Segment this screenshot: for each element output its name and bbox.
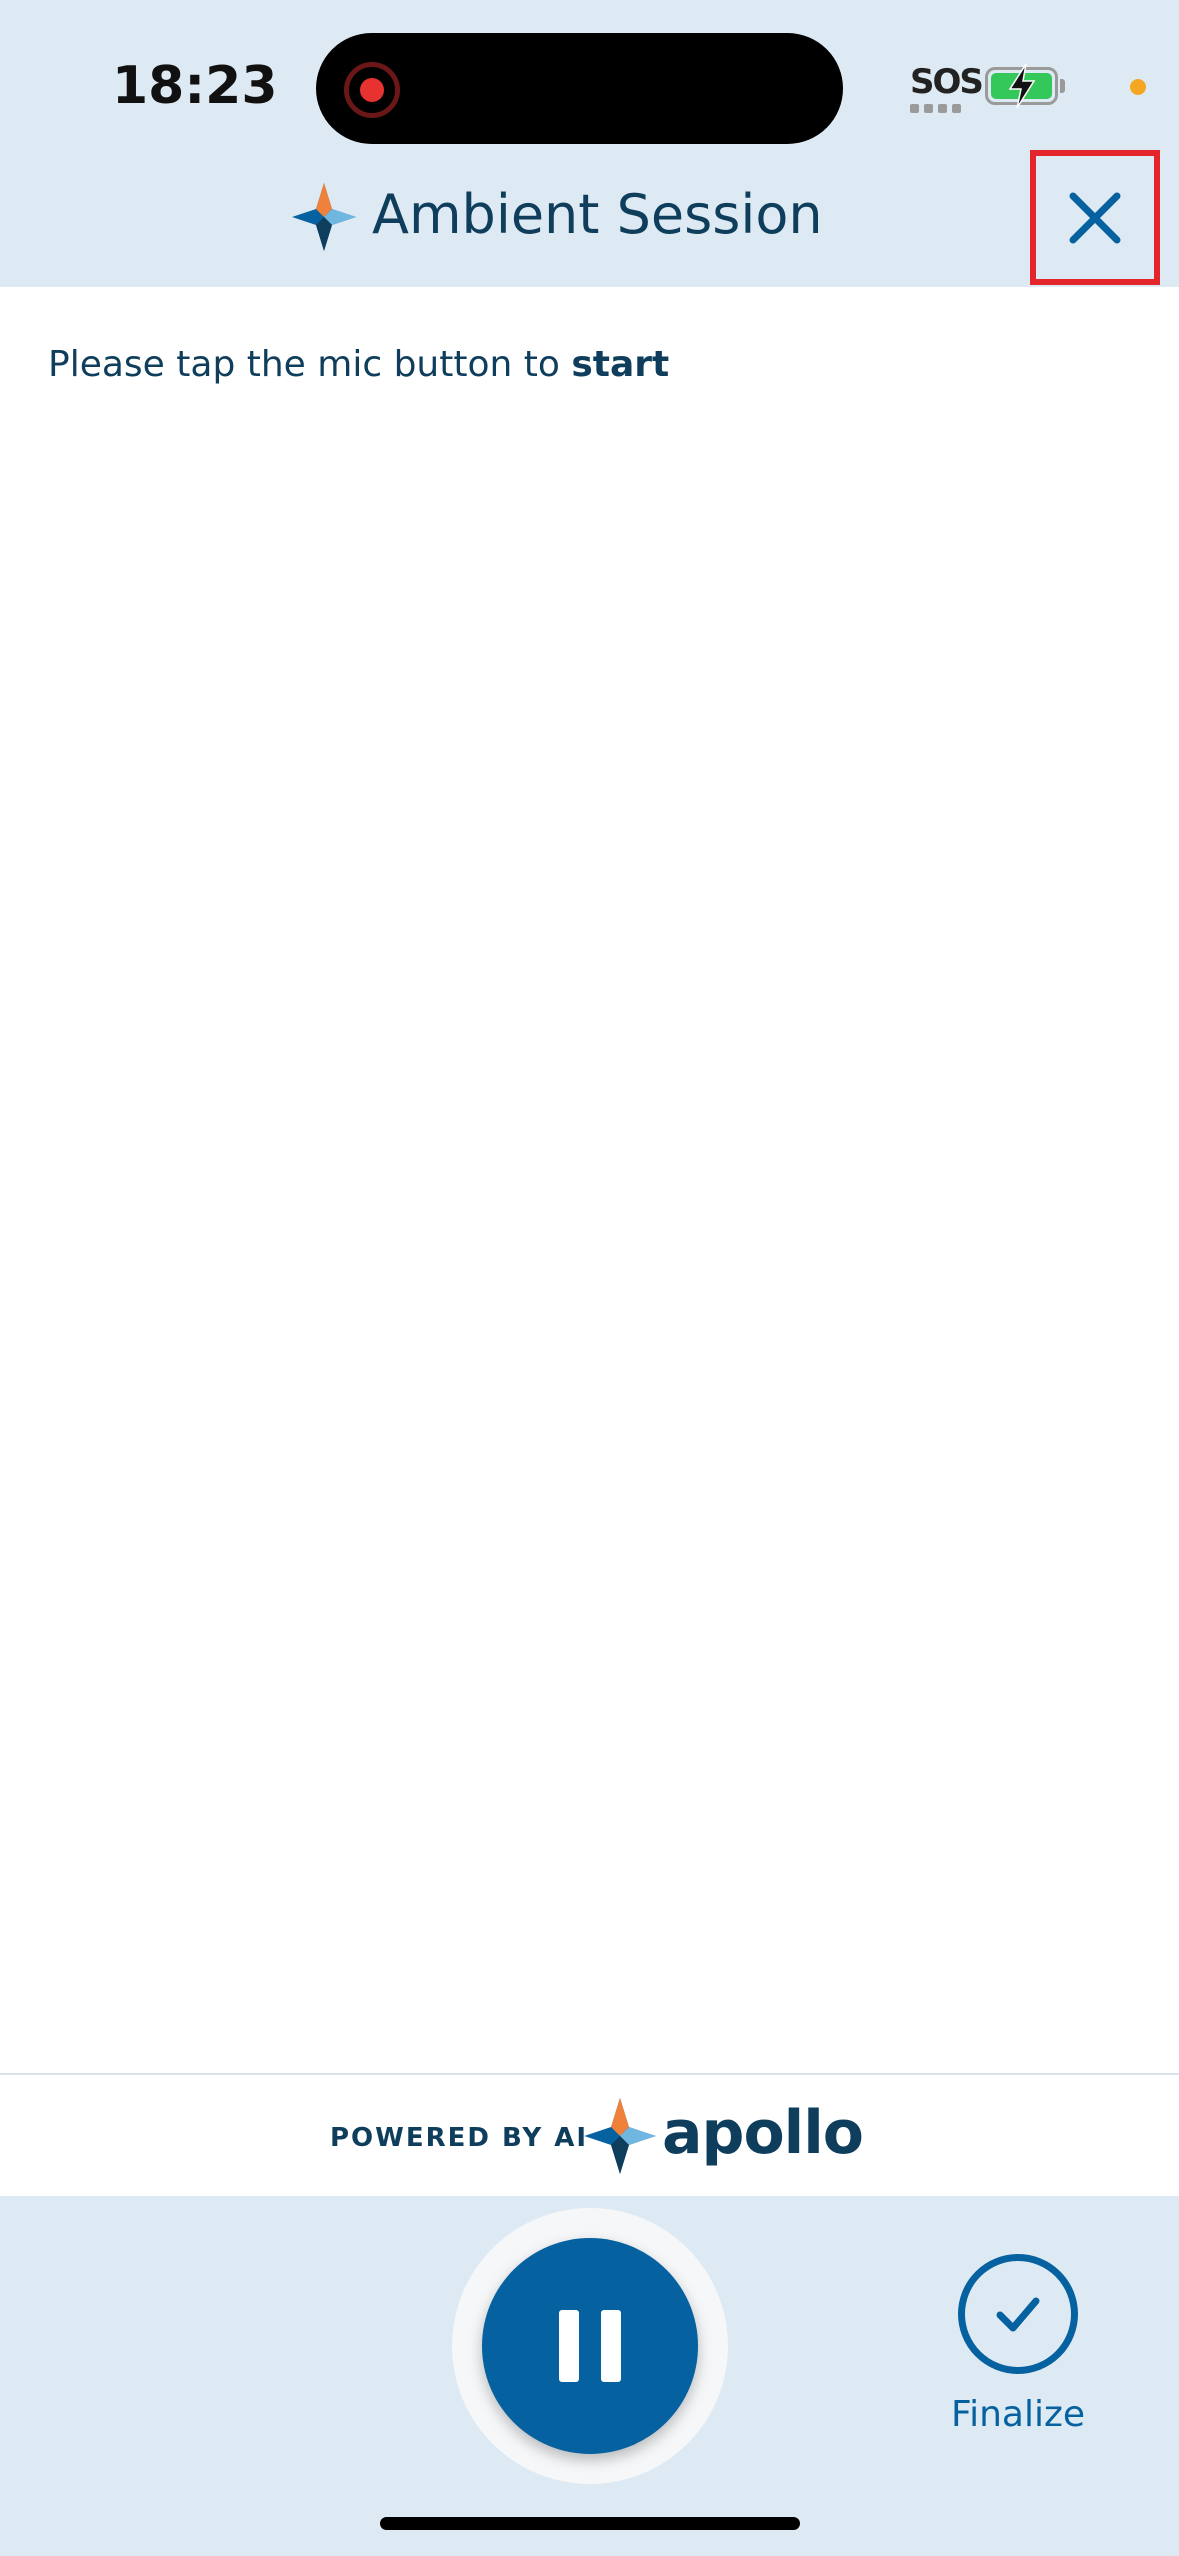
ambient-session-screen: 18:23 SOS Ambient Session Please tap the…	[0, 0, 1179, 2556]
close-button[interactable]	[1030, 150, 1160, 285]
checkmark-icon	[996, 2297, 1040, 2332]
close-icon	[1069, 192, 1121, 243]
sos-indicator: SOS	[910, 62, 984, 114]
lightning-bolt-icon	[1008, 63, 1036, 109]
signal-bars-icon	[910, 104, 970, 113]
pause-icon-bar	[601, 2310, 621, 2382]
home-indicator[interactable]	[380, 2517, 800, 2530]
status-time: 18:23	[112, 56, 278, 116]
finalize-button[interactable]	[958, 2254, 1078, 2374]
page-title: Ambient Session	[372, 183, 823, 246]
brand-name: apollo	[662, 2098, 864, 2168]
powered-by-label: POWERED BY AI	[330, 2123, 589, 2153]
finalize-label[interactable]: Finalize	[935, 2392, 1101, 2438]
instruction-emphasis: start	[571, 344, 670, 385]
footer-divider	[0, 2073, 1179, 2075]
sos-label: SOS	[910, 62, 984, 102]
instruction-prefix: Please tap the mic button to	[48, 344, 572, 385]
instruction-text: Please tap the mic button to start	[48, 340, 1048, 390]
screen-record-icon	[344, 62, 400, 118]
sparkle-star-icon	[584, 2098, 656, 2174]
pause-button[interactable]	[482, 2238, 698, 2454]
battery-tip	[1060, 79, 1065, 93]
sparkle-star-icon	[292, 183, 356, 251]
pause-icon	[559, 2310, 579, 2382]
privacy-indicator-dot	[1130, 79, 1146, 95]
